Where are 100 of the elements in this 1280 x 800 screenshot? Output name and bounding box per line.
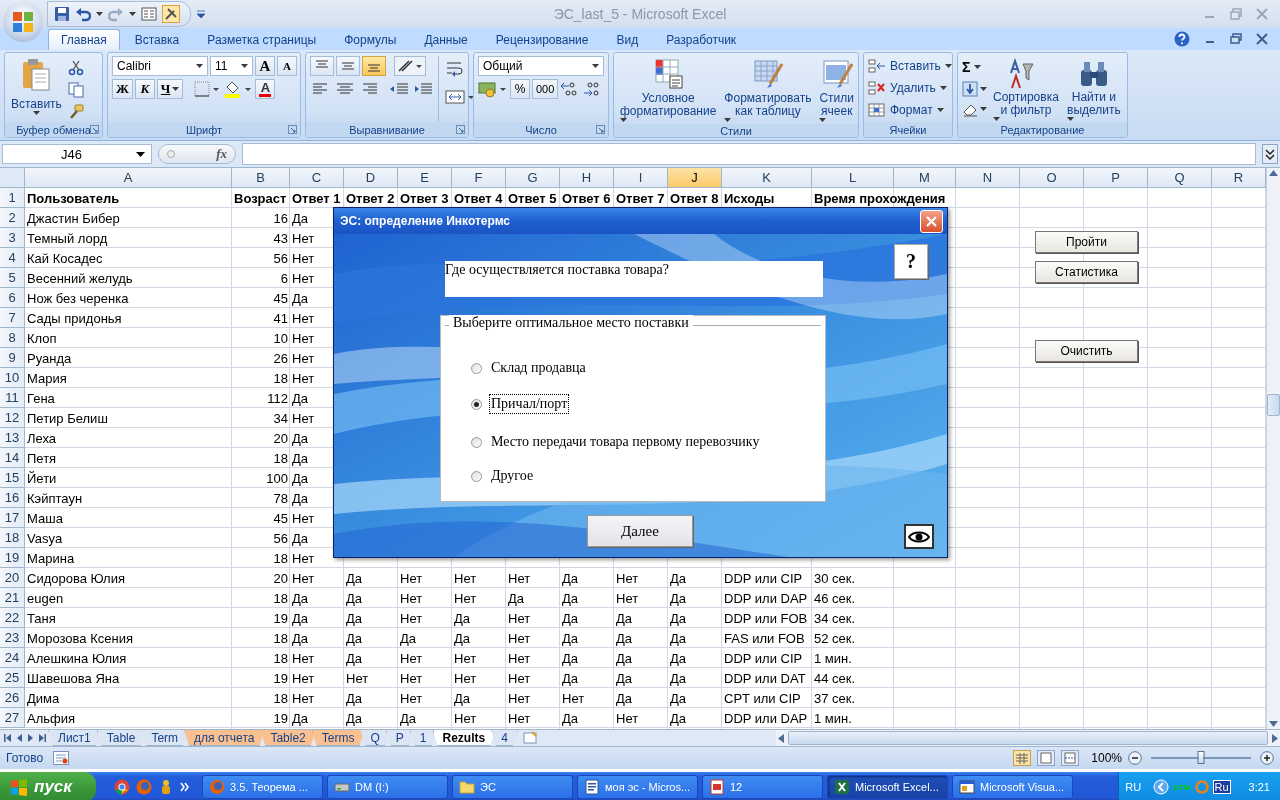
column-header[interactable]: I xyxy=(614,168,668,188)
option-label[interactable]: Место передачи товара первому перевозчику xyxy=(490,433,761,451)
sheet-tab[interactable]: Rezults xyxy=(432,730,496,746)
next-sheet-icon[interactable] xyxy=(28,734,33,742)
merge-cells-icon[interactable] xyxy=(445,88,475,106)
autosum-button[interactable]: Σ xyxy=(962,57,987,77)
ribbon-tab[interactable]: Главная xyxy=(48,29,120,50)
close-button[interactable] xyxy=(920,209,943,233)
zoom-out-icon[interactable] xyxy=(1128,751,1142,765)
more-icon[interactable] xyxy=(180,782,190,792)
taskbar-button[interactable]: Microsoft Excel... xyxy=(827,775,948,799)
paste-button[interactable]: Вставить xyxy=(9,56,64,122)
resize-handle-icon[interactable] xyxy=(167,150,175,158)
font-size-field[interactable]: 11 xyxy=(210,56,253,76)
expand-icon[interactable] xyxy=(1262,144,1278,164)
last-sheet-icon[interactable] xyxy=(39,734,46,742)
row-header[interactable]: 6 xyxy=(0,288,25,308)
row-header[interactable]: 12 xyxy=(0,408,25,428)
browser-icon[interactable] xyxy=(114,779,130,795)
row-header[interactable]: 26 xyxy=(0,688,25,708)
option-label[interactable]: Другое xyxy=(490,467,535,485)
radio-button[interactable] xyxy=(471,436,482,448)
row-header[interactable]: 3 xyxy=(0,228,25,248)
ribbon-tab[interactable]: Вид xyxy=(603,29,652,50)
tools-icon[interactable] xyxy=(162,5,180,23)
sheet-tab[interactable]: 1 xyxy=(409,730,437,746)
column-header[interactable]: E xyxy=(398,168,452,188)
align-icon[interactable] xyxy=(362,56,386,76)
normal-view-icon[interactable] xyxy=(1013,750,1032,766)
row-header[interactable]: 5 xyxy=(0,268,25,288)
scrollbar-thumb[interactable] xyxy=(1267,394,1280,416)
zoom-level[interactable]: 100% xyxy=(1091,751,1122,765)
ribbon-tab[interactable]: Разметка страницы xyxy=(194,29,330,50)
row-header[interactable]: 10 xyxy=(0,368,25,388)
cells-button[interactable]: Формат xyxy=(868,100,952,120)
percent-button[interactable]: % xyxy=(510,79,530,99)
column-header[interactable]: A xyxy=(25,168,232,188)
column-header[interactable]: J xyxy=(668,168,722,188)
scissors-icon[interactable] xyxy=(67,60,84,76)
row-header[interactable]: 17 xyxy=(0,508,25,528)
eye-button[interactable] xyxy=(904,524,934,549)
italic-button[interactable]: К xyxy=(134,79,155,99)
ribbon-tab[interactable]: Рецензирование xyxy=(482,29,602,50)
taskbar-button[interactable]: 3.5. Теорема ... xyxy=(202,775,323,799)
sheet-tab[interactable]: для отчета xyxy=(184,730,265,746)
copy-icon[interactable] xyxy=(67,82,84,98)
dialog-launcher-icon[interactable] xyxy=(596,125,605,134)
undo-icon[interactable] xyxy=(75,6,91,22)
fill-down-icon[interactable] xyxy=(962,81,978,97)
row-header[interactable]: 15 xyxy=(0,468,25,488)
row-header[interactable]: 24 xyxy=(0,648,25,668)
close-icon[interactable] xyxy=(1256,33,1268,45)
save-icon[interactable] xyxy=(54,6,70,22)
row-header[interactable]: 23 xyxy=(0,628,25,648)
row-header[interactable]: 21 xyxy=(0,588,25,608)
styles-button[interactable]: Стили ячеек xyxy=(817,56,856,124)
sheet-tab[interactable]: Terms xyxy=(311,730,365,746)
dialog-launcher-icon[interactable] xyxy=(90,125,99,134)
editing-button[interactable]: Найти и выделить xyxy=(1064,56,1123,123)
insert-function-button[interactable]: fx xyxy=(216,146,227,162)
insert-sheet-icon[interactable] xyxy=(521,731,540,745)
help-button[interactable]: ? xyxy=(894,244,928,279)
grow-font-button[interactable]: A xyxy=(255,56,275,76)
taskbar-button[interactable]: Microsoft Visua... xyxy=(952,775,1073,799)
row-header[interactable]: 11 xyxy=(0,388,25,408)
column-header[interactable]: L xyxy=(812,168,894,188)
wrap-text-icon[interactable] xyxy=(445,60,465,78)
column-header[interactable]: G xyxy=(506,168,560,188)
tray-label[interactable]: Ru xyxy=(1212,780,1231,794)
row-header[interactable]: 16 xyxy=(0,488,25,508)
sheet-button[interactable]: Статистика xyxy=(1035,261,1138,283)
sheet-tab[interactable]: 4 xyxy=(491,730,518,746)
column-header[interactable]: F xyxy=(452,168,506,188)
row-header[interactable]: 9 xyxy=(0,348,25,368)
page-break-icon[interactable] xyxy=(1061,750,1080,766)
column-header[interactable]: R xyxy=(1212,168,1266,188)
column-header[interactable]: K xyxy=(722,168,812,188)
ribbon-tab[interactable]: Вставка xyxy=(121,29,193,50)
styles-button[interactable]: Форматировать как таблицу xyxy=(722,56,814,124)
office-button[interactable] xyxy=(3,2,43,42)
ribbon-tab[interactable]: Разработчик xyxy=(653,29,750,50)
scrollbar-thumb[interactable] xyxy=(788,731,1268,745)
column-header[interactable]: H xyxy=(560,168,614,188)
first-sheet-icon[interactable] xyxy=(4,734,11,742)
row-header[interactable]: 22 xyxy=(0,608,25,628)
form-icon[interactable] xyxy=(141,6,157,22)
column-header[interactable]: B xyxy=(232,168,290,188)
font-color-button[interactable]: A xyxy=(255,79,276,99)
radio-button[interactable] xyxy=(471,362,482,374)
option-label[interactable]: Склад продавца xyxy=(490,359,587,377)
sheet-button[interactable]: Пройти xyxy=(1035,231,1138,253)
column-header[interactable]: P xyxy=(1084,168,1148,188)
taskbar-button[interactable]: моя эс - Micros... xyxy=(577,775,698,799)
row-header[interactable]: 1 xyxy=(0,188,25,208)
align-icon[interactable] xyxy=(310,56,334,76)
editing-button[interactable]: Сортировка и фильтр xyxy=(991,56,1061,123)
text-orientation-icon[interactable] xyxy=(394,56,426,76)
column-header[interactable]: O xyxy=(1020,168,1084,188)
row-header[interactable]: 20 xyxy=(0,568,25,588)
underline-button[interactable]: Ч xyxy=(156,79,184,99)
